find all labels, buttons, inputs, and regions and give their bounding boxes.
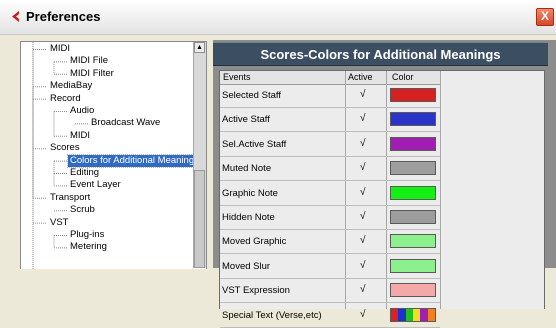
table-row[interactable]: Moved Slur √ xyxy=(220,256,440,279)
table-row[interactable]: Moved Graphic √ xyxy=(220,231,440,255)
event-name: Moved Slur xyxy=(222,260,271,272)
column-header-events[interactable]: Events xyxy=(223,72,251,82)
color-swatch[interactable] xyxy=(390,161,436,176)
event-name: Selected Staff xyxy=(222,90,281,101)
active-checkmark[interactable]: √ xyxy=(360,260,366,271)
tree-item[interactable]: MIDI Filter xyxy=(68,68,116,80)
tree-item[interactable]: Editing xyxy=(68,167,101,179)
tree-item[interactable]: Scrub xyxy=(68,204,97,216)
active-checkmark[interactable]: √ xyxy=(360,138,366,149)
color-stripe xyxy=(427,308,435,321)
table-row[interactable]: Active Staff √ xyxy=(220,109,440,133)
tree-item[interactable]: Metering xyxy=(68,241,109,253)
tree-item[interactable]: Scores xyxy=(48,142,82,154)
tree-item[interactable]: Colors for Additional Meanings xyxy=(67,153,202,168)
scroll-thumb[interactable] xyxy=(194,170,205,268)
event-name: Sel.Active Staff xyxy=(222,138,287,150)
panel-title: Scores-Colors for Additional Meanings xyxy=(260,47,501,62)
tree-item[interactable]: Broadcast Wave xyxy=(89,117,162,129)
table-row[interactable]: Special Text (Verse,etc) √ xyxy=(220,305,440,328)
event-name: Hidden Note xyxy=(222,212,275,223)
table-row[interactable]: VST Expression √ xyxy=(220,280,440,304)
active-checkmark[interactable]: √ xyxy=(360,211,366,222)
color-swatch[interactable] xyxy=(390,185,436,200)
tree-item[interactable]: MIDI File xyxy=(68,55,110,67)
active-checkmark[interactable]: √ xyxy=(360,187,366,198)
tree-item[interactable]: Event Layer xyxy=(68,179,123,191)
color-swatch[interactable] xyxy=(390,283,436,298)
event-name: Active Staff xyxy=(222,114,270,126)
tree-item[interactable]: Plug-ins xyxy=(68,229,106,241)
window-title: Preferences xyxy=(26,9,101,24)
scroll-up-arrow-icon[interactable]: ▲ xyxy=(194,42,205,53)
table-row[interactable]: Sel.Active Staff √ xyxy=(220,134,440,157)
color-swatch[interactable] xyxy=(390,88,436,102)
tree-item[interactable]: MIDI xyxy=(48,43,72,55)
color-swatch[interactable] xyxy=(390,112,436,127)
tree-item[interactable]: Record xyxy=(48,93,83,105)
active-checkmark[interactable]: √ xyxy=(360,309,366,320)
tree-item[interactable]: Audio xyxy=(68,105,96,117)
color-swatch[interactable] xyxy=(390,210,436,224)
color-stripe xyxy=(405,308,413,321)
tree-item[interactable]: MIDI xyxy=(68,130,92,142)
event-name: Special Text (Verse,etc) xyxy=(222,309,322,321)
event-name: Muted Note xyxy=(222,163,272,175)
color-stripe xyxy=(391,308,399,321)
title-bar: Preferences X xyxy=(0,0,556,35)
preferences-tree[interactable]: MIDI MIDI File MIDI Filter MediaBay Record Au… xyxy=(20,41,207,269)
tree-item[interactable]: MediaBay xyxy=(48,80,94,92)
color-swatch[interactable] xyxy=(390,307,436,322)
table-row[interactable]: Graphic Note √ xyxy=(220,183,440,206)
active-checkmark[interactable]: √ xyxy=(360,162,366,173)
tree-item[interactable]: Transport xyxy=(48,192,92,204)
panel-header: Scores-Colors for Additional Meanings xyxy=(213,42,548,66)
settings-panel: Scores-Colors for Additional Meanings Ev… xyxy=(213,40,556,328)
event-name: Graphic Note xyxy=(222,187,278,199)
column-divider xyxy=(440,71,441,309)
event-name: VST Expression xyxy=(222,285,290,297)
tree-item[interactable]: VST xyxy=(48,217,70,229)
color-swatch[interactable] xyxy=(390,258,436,273)
table-row[interactable]: Selected Staff √ xyxy=(220,85,440,108)
events-table: Events Active Color Selected Staff √ Activ… xyxy=(219,70,545,328)
close-button[interactable]: X xyxy=(536,8,554,26)
active-checkmark[interactable]: √ xyxy=(360,113,366,124)
active-checkmark[interactable]: √ xyxy=(360,284,366,295)
app-logo-icon xyxy=(12,11,19,22)
color-stripe xyxy=(420,308,428,321)
active-checkmark[interactable]: √ xyxy=(360,235,366,246)
color-swatch[interactable] xyxy=(390,234,436,249)
column-header-color[interactable]: Color xyxy=(392,72,414,82)
color-stripe xyxy=(398,308,406,321)
active-checkmark[interactable]: √ xyxy=(360,89,366,100)
column-header-active[interactable]: Active xyxy=(348,72,373,82)
table-header: Events Active Color xyxy=(220,71,440,85)
table-row[interactable]: Hidden Note √ xyxy=(220,207,440,230)
color-swatch[interactable] xyxy=(390,136,436,151)
tree-scrollbar[interactable]: ▲ xyxy=(193,42,206,268)
table-row[interactable]: Muted Note √ xyxy=(220,158,440,182)
event-name: Moved Graphic xyxy=(222,236,287,248)
color-stripe xyxy=(412,308,421,321)
